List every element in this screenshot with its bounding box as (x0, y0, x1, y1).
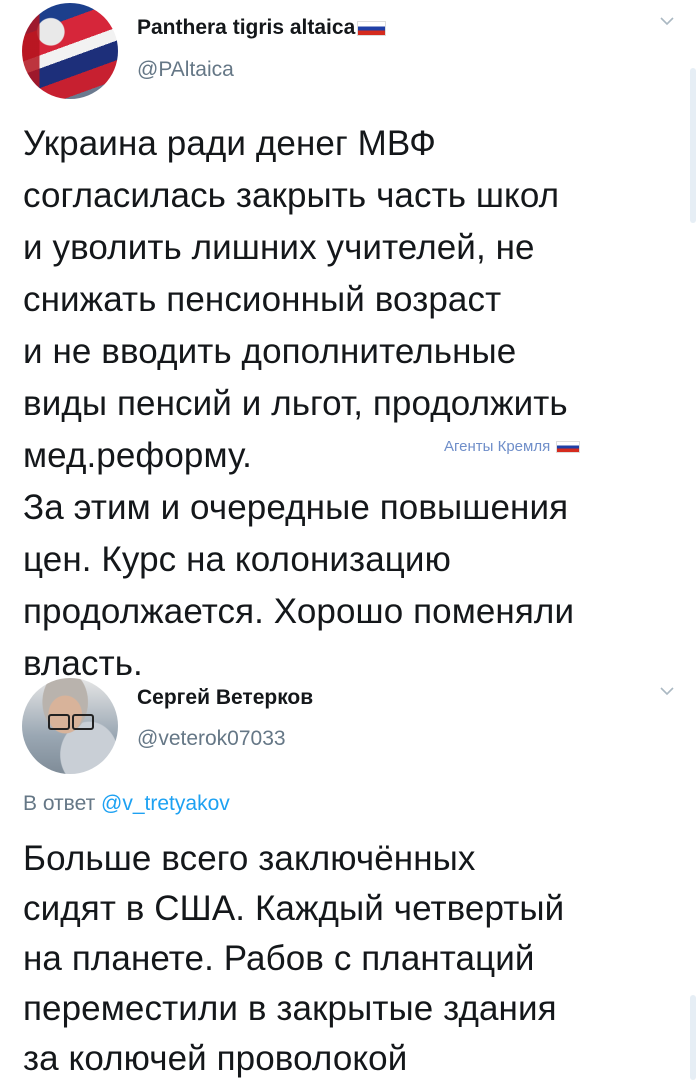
glasses-detail (48, 714, 94, 730)
chevron-down-icon[interactable] (660, 14, 674, 28)
author-name[interactable]: Panthera tigris altaica (137, 16, 387, 40)
scrollbar[interactable] (690, 68, 696, 223)
reply-prefix: В ответ (23, 792, 96, 815)
scrollbar[interactable] (690, 995, 696, 1080)
reply-context: В ответ @v_tretyakov (23, 792, 230, 816)
russian-flag-icon (357, 20, 387, 36)
watermark: Агенты Кремля (444, 438, 581, 455)
tweet-2[interactable]: Сергей Ветерков @veterok07033 В ответ @v… (0, 675, 696, 1080)
watermark-text: Агенты Кремля (444, 438, 551, 455)
tweet-1[interactable]: Panthera tigris altaica @PAltaica Украин… (0, 0, 696, 683)
reply-to-link[interactable]: @v_tretyakov (101, 792, 230, 815)
author-name-text: Panthera tigris altaica (137, 16, 356, 39)
tweet-text: Украина ради денег МВФ согласилась закры… (23, 124, 575, 683)
chevron-down-icon[interactable] (660, 684, 674, 698)
author-handle[interactable]: @PAltaica (137, 58, 234, 82)
author-handle[interactable]: @veterok07033 (137, 727, 286, 751)
tweet-text: Больше всего заключённых сидят в США. Ка… (23, 839, 565, 1078)
author-name[interactable]: Сергей Ветерков (137, 686, 313, 710)
russian-flag-icon (556, 441, 581, 454)
avatar[interactable] (22, 3, 118, 99)
avatar[interactable] (22, 678, 118, 774)
